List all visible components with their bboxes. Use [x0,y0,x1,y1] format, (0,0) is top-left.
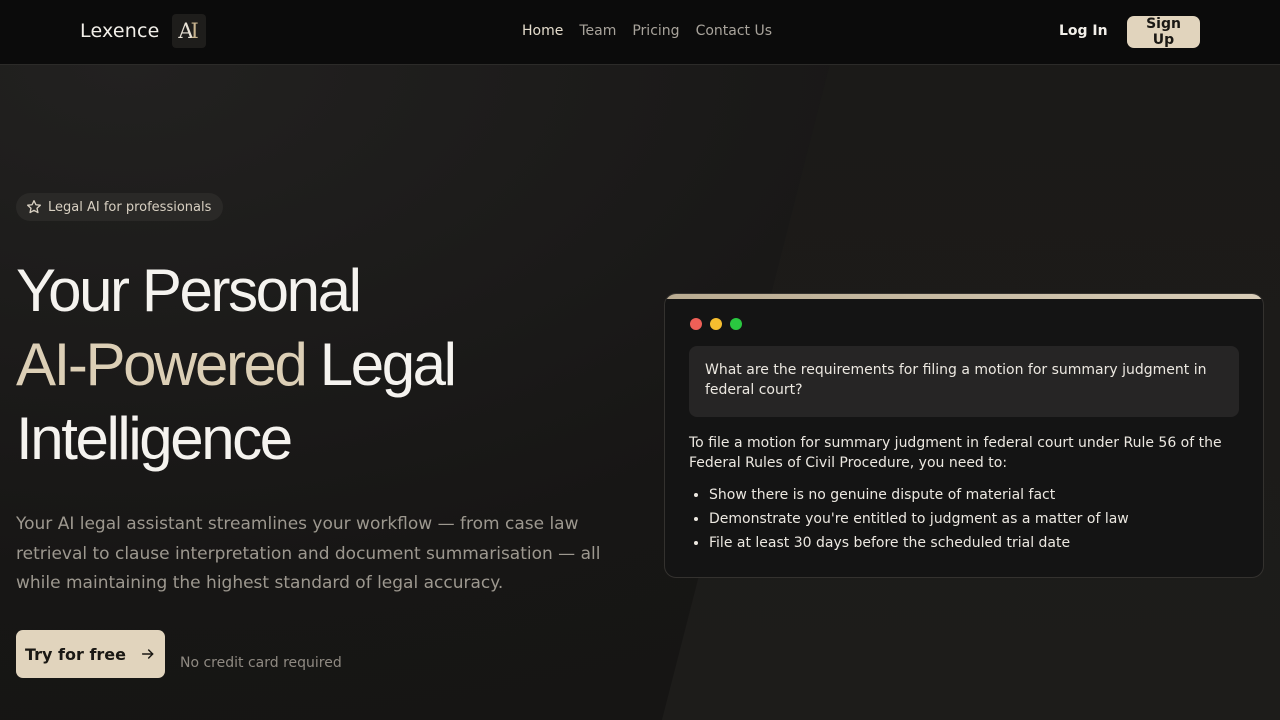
chat-answer: To file a motion for summary judgment in… [689,433,1239,555]
hero-subtitle: Your AI legal assistant streamlines your… [16,514,601,593]
chat-answer-intro: To file a motion for summary judgment in… [689,435,1222,471]
window-close-dot [690,318,702,330]
list-item: Show there is no genuine dispute of mate… [709,483,1239,507]
headline-line-1: Your Personal [16,257,362,324]
headline-line-2: AI-Powered Legal [16,328,457,406]
login-link[interactable]: Log In [1059,23,1108,39]
chat-question: What are the requirements for filing a m… [689,346,1239,417]
headline-line-2-rest: Legal [305,331,457,398]
nav-link-home[interactable]: Home [522,23,563,39]
list-item: Demonstrate you're entitled to judgment … [709,507,1239,531]
nav-link-contact[interactable]: Contact Us [696,23,772,39]
arrow-right-icon [141,649,154,659]
signup-button[interactable]: Sign Up [1127,16,1200,48]
window-maximize-dot [730,318,742,330]
window-controls [690,318,742,330]
brand-name: Lexence [80,20,160,42]
hero-badge: Legal AI for professionals [16,193,224,221]
headline-line-3: Intelligence [16,405,293,472]
window-minimize-dot [710,318,722,330]
nav-link-team[interactable]: Team [579,23,616,39]
try-for-free-button[interactable]: Try for free [16,630,165,678]
cta-label: Try for free [24,644,126,664]
no-credit-card-note: No credit card required [180,655,342,671]
hero-badge-label: Legal AI for professionals [48,199,212,215]
card-accent-bar [665,294,1263,299]
hero-headline: Your Personal AI-Powered Legal Intellige… [16,254,457,476]
star-icon [27,200,41,214]
top-nav: Lexence AI Home Team Pricing Contact Us … [0,0,1280,65]
brand[interactable]: Lexence AI [80,14,206,48]
chat-preview-card: What are the requirements for filing a m… [664,293,1264,578]
headline-accent: AI-Powered [16,328,308,406]
brand-logo-icon: AI [171,14,206,48]
chat-answer-list: Show there is no genuine dispute of mate… [689,483,1239,555]
nav-link-pricing[interactable]: Pricing [632,23,679,39]
list-item: File at least 30 days before the schedul… [709,531,1239,555]
nav-links: Home Team Pricing Contact Us [522,23,772,39]
